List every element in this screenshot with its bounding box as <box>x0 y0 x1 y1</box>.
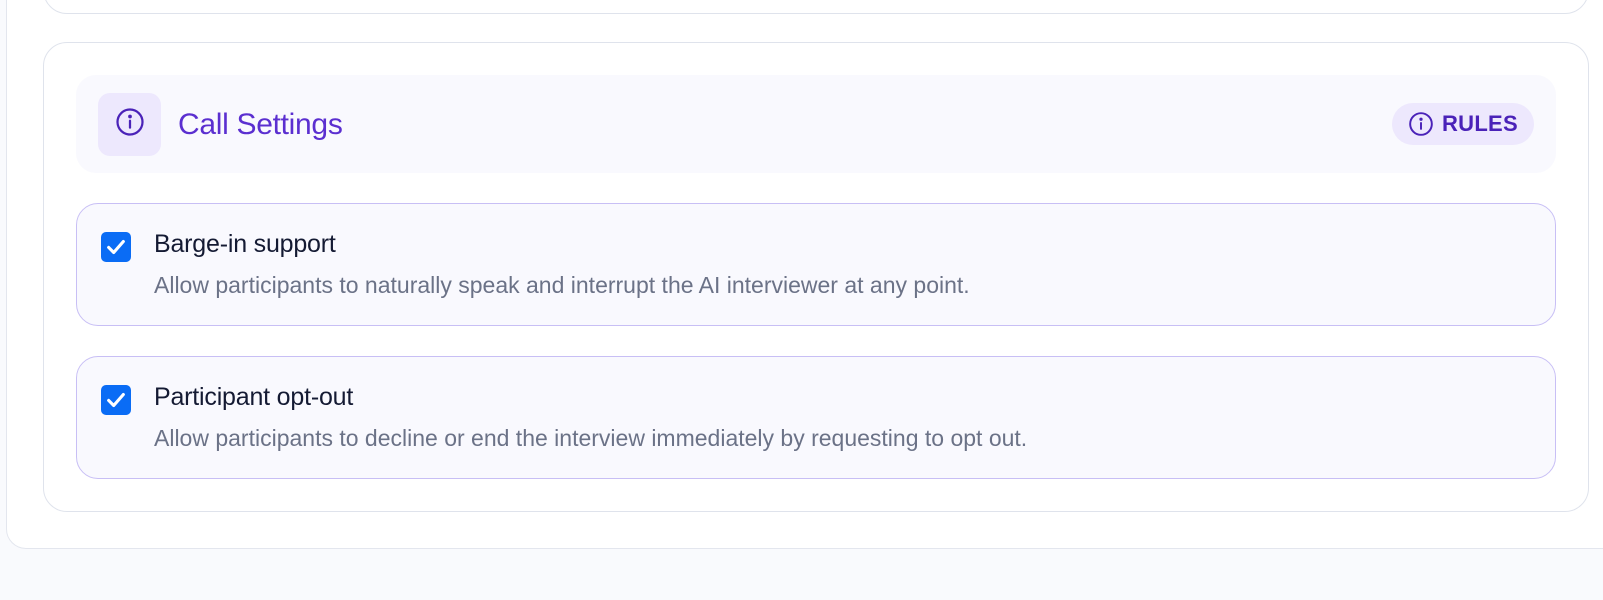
option-description: Allow participants to decline or end the… <box>154 425 1028 451</box>
rules-label: RULES <box>1441 111 1518 136</box>
info-icon <box>115 107 145 142</box>
option-title: Barge-in support <box>154 230 336 258</box>
call-settings-card: Call Settings RULES Barge-in support All… <box>43 42 1589 512</box>
barge-in-checkbox[interactable] <box>101 232 131 262</box>
info-icon <box>1408 111 1434 137</box>
option-title: Participant opt-out <box>154 383 354 411</box>
header-icon-box <box>98 93 161 156</box>
check-icon <box>105 389 127 411</box>
rules-button[interactable]: RULES <box>1391 103 1534 145</box>
option-description: Allow participants to naturally speak an… <box>154 272 970 298</box>
section-header: Call Settings RULES <box>76 75 1556 173</box>
opt-out-checkbox[interactable] <box>101 385 131 415</box>
section-title: Call Settings <box>178 108 343 141</box>
option-barge-in[interactable]: Barge-in support Allow participants to n… <box>76 203 1556 326</box>
option-opt-out[interactable]: Participant opt-out Allow participants t… <box>76 356 1556 479</box>
check-icon <box>105 236 127 258</box>
previous-section-card <box>43 0 1589 14</box>
